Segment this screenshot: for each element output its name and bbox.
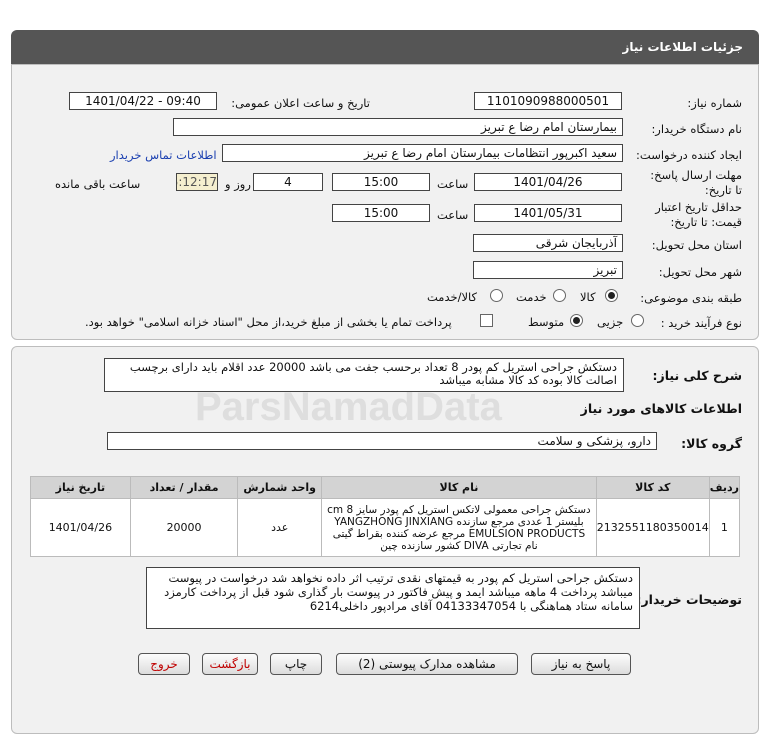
- reply-time-field: 15:00: [332, 173, 430, 191]
- process-minor-label: جزیی: [597, 315, 624, 329]
- announce-datetime-label: تاریخ و ساعت اعلان عمومی:: [231, 96, 370, 110]
- goods-table-header: ردیف کد کالا نام کالا واحد شمارش مقدار /…: [30, 476, 741, 499]
- need-number-field: 1101090988000501: [474, 92, 622, 110]
- need-number-label: شماره نیاز:: [687, 96, 742, 110]
- back-button[interactable]: بازگشت: [202, 653, 258, 675]
- reply-time-label: ساعت: [437, 177, 469, 191]
- attachments-button[interactable]: مشاهده مدارک پیوستی (2): [336, 653, 518, 675]
- buyer-notes-label: توضیحات خریدار:: [636, 592, 742, 607]
- reply-date-field: 1401/04/26: [474, 173, 622, 191]
- col-unit: واحد شمارش: [237, 476, 323, 499]
- category-goods-radio[interactable]: [605, 289, 618, 302]
- category-goods-service-radio[interactable]: [490, 289, 503, 302]
- treasury-note: پرداخت تمام یا بخشی از مبلغ خرید،از محل …: [85, 315, 452, 329]
- exit-button[interactable]: خروج: [138, 653, 190, 675]
- reply-deadline-label: مهلت ارسال پاسخ: تا تاریخ:: [650, 168, 742, 197]
- process-medium-radio[interactable]: [570, 314, 583, 327]
- category-goods-label: کالا: [580, 290, 596, 304]
- goods-info-title: اطلاعات کالاهای مورد نیاز: [580, 401, 742, 416]
- treasury-checkbox[interactable]: [480, 314, 493, 327]
- delivery-city-field: تبریز: [473, 261, 623, 279]
- validity-time-label: ساعت: [437, 208, 469, 222]
- col-index: ردیف: [708, 476, 741, 499]
- buyer-org-label: نام دستگاه خریدار:: [651, 122, 742, 136]
- days-remaining-field: 4: [253, 173, 323, 191]
- goods-table: ردیف کد کالا نام کالا واحد شمارش مقدار /…: [30, 476, 741, 557]
- validity-time-field: 15:00: [332, 204, 430, 222]
- requester-label: ایجاد کننده درخواست:: [636, 148, 742, 162]
- category-label: طبقه بندی موضوعی:: [640, 291, 742, 305]
- process-medium-label: متوسط: [528, 315, 565, 329]
- delivery-province-field: آذربایجان شرقی: [473, 234, 623, 252]
- days-label: روز و: [225, 177, 251, 191]
- category-goods-service-label: کالا/خدمت: [427, 290, 478, 304]
- col-code: کد کالا: [595, 476, 710, 499]
- page-title: جزئیات اطلاعات نیاز: [622, 40, 743, 54]
- buyer-notes-text: دستکش جراحی استریل کم پودر به قیمتهای نق…: [146, 567, 640, 629]
- buyer-contact-link[interactable]: اطلاعات تماس خریدار: [110, 148, 217, 162]
- requester-field: سعید اکبرپور انتظامات بیمارستان امام رضا…: [222, 144, 623, 162]
- delivery-province-label: استان محل تحویل:: [651, 238, 742, 252]
- col-date: تاریخ نیاز: [30, 476, 131, 499]
- row-code: 2132551180350014: [595, 498, 710, 557]
- buyer-org-field: بیمارستان امام رضا ع تبریز: [173, 118, 623, 136]
- process-minor-radio[interactable]: [631, 314, 644, 327]
- delivery-city-label: شهر محل تحویل:: [658, 265, 742, 279]
- category-service-radio[interactable]: [553, 289, 566, 302]
- summary-text: دستکش جراحی استریل کم پودر 8 تعداد برحسب…: [104, 358, 624, 392]
- validity-date-field: 1401/05/31: [474, 204, 622, 222]
- row-index: 1: [708, 498, 741, 557]
- goods-group-label: گروه کالا:: [681, 436, 742, 451]
- table-row: 1 2132551180350014 دستکش جراحی معمولی لا…: [30, 498, 741, 557]
- row-name: دستکش جراحی معمولی لاتکس استریل کم پودر …: [321, 498, 597, 557]
- goods-group-field: دارو، پزشکی و سلامت: [107, 432, 657, 450]
- page-header: جزئیات اطلاعات نیاز: [11, 30, 759, 64]
- price-validity-label: حداقل تاریخ اعتبار قیمت: تا تاریخ:: [655, 200, 742, 229]
- reply-button[interactable]: پاسخ به نیاز: [531, 653, 631, 675]
- row-qty: 20000: [129, 498, 239, 557]
- process-type-label: نوع فرآیند خرید :: [660, 316, 742, 330]
- category-service-label: خدمت: [516, 290, 547, 304]
- col-name: نام کالا: [321, 476, 597, 499]
- summary-label: شرح کلی نیاز:: [652, 368, 742, 383]
- row-date: 1401/04/26: [30, 498, 131, 557]
- time-remaining-label: ساعت باقی مانده: [55, 177, 141, 191]
- time-remaining-field: 05:12:17: [176, 173, 218, 191]
- col-qty: مقدار / تعداد: [129, 476, 239, 499]
- row-unit: عدد: [237, 498, 323, 557]
- print-button[interactable]: چاپ: [270, 653, 322, 675]
- announce-datetime-field: 1401/04/22 - 09:40: [69, 92, 217, 110]
